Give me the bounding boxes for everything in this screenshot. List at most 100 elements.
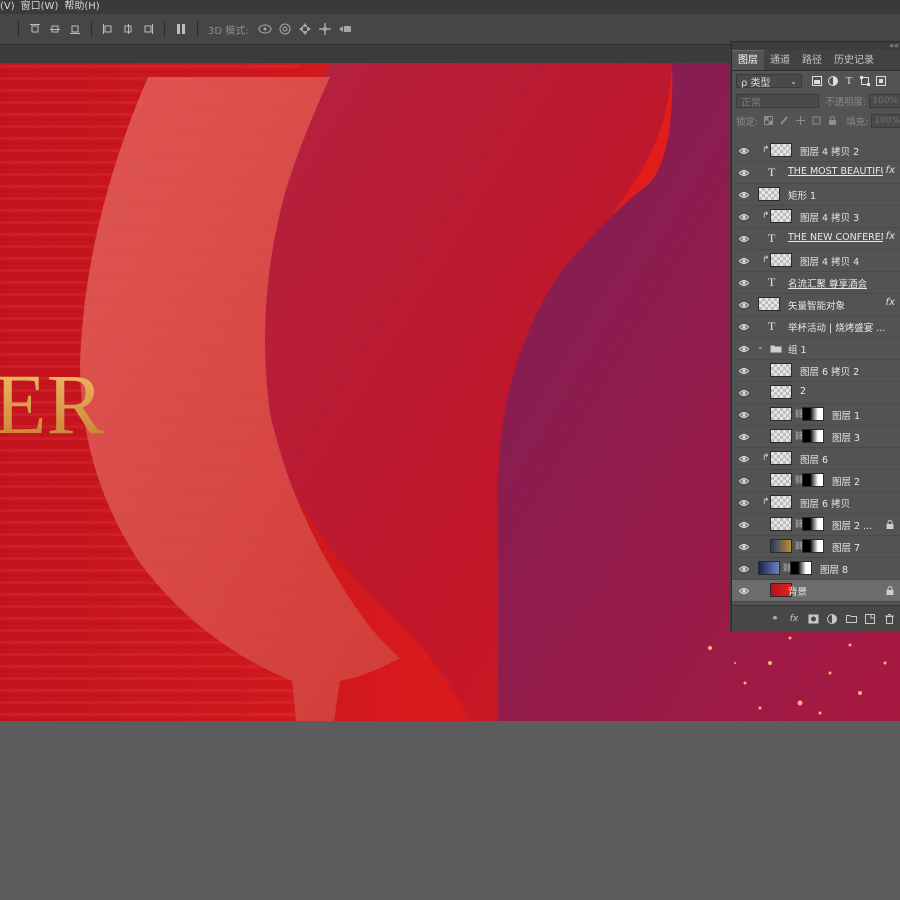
layer-name[interactable]: THE NEW CONFERENCE <box>788 232 883 243</box>
layer-row[interactable]: ↱ 图层 6 <box>732 448 900 470</box>
align-vertical-centers-icon[interactable] <box>48 22 62 36</box>
visibility-eye-icon[interactable] <box>738 167 750 177</box>
layer-name[interactable]: 2 <box>800 386 806 397</box>
layer-row[interactable]: ⛓ 图层 2 ... <box>732 514 900 536</box>
tab-channels[interactable]: 通道 <box>764 51 796 70</box>
layer-effects-icon[interactable]: fx <box>886 165 895 176</box>
visibility-eye-icon[interactable] <box>738 585 750 595</box>
layer-mask-thumbnail[interactable] <box>802 539 824 553</box>
visibility-eye-icon[interactable] <box>738 365 750 375</box>
layer-row[interactable]: ⛓ 图层 3 <box>732 426 900 448</box>
align-bottom-edges-icon[interactable] <box>68 22 82 36</box>
tab-paths[interactable]: 路径 <box>796 51 828 70</box>
menu-item-window[interactable]: 窗口(W) <box>21 0 65 14</box>
visibility-eye-icon[interactable] <box>738 475 750 485</box>
visibility-eye-icon[interactable] <box>738 409 750 419</box>
filter-smart-object-icon[interactable] <box>876 76 886 86</box>
visibility-eye-icon[interactable] <box>738 321 750 331</box>
layer-row[interactable]: ⌄ 组 1 <box>732 338 900 360</box>
visibility-eye-icon[interactable] <box>738 299 750 309</box>
layer-row[interactable]: ⛓ 图层 8 <box>732 558 900 580</box>
lock-all-icon[interactable] <box>828 115 837 128</box>
filter-pixel-icon[interactable] <box>812 76 822 86</box>
layer-name[interactable]: 图层 3 <box>832 430 860 444</box>
layer-mask-thumbnail[interactable] <box>802 407 824 421</box>
menu-item-help[interactable]: 帮助(H) <box>64 0 105 14</box>
layer-name[interactable]: 矢量智能对象 <box>788 298 845 312</box>
visibility-eye-icon[interactable] <box>738 497 750 507</box>
visibility-eye-icon[interactable] <box>738 387 750 397</box>
layer-name[interactable]: 图层 2 <box>832 474 860 488</box>
link-layers-icon[interactable]: ⚭ <box>769 613 781 625</box>
add-mask-icon[interactable] <box>807 613 819 625</box>
fill-field[interactable]: 100% <box>871 114 900 128</box>
tab-layers[interactable]: 图层 <box>732 50 764 70</box>
layer-row[interactable]: ↱ 图层 4 拷贝 2 <box>732 140 900 162</box>
visibility-eye-icon[interactable] <box>738 211 750 221</box>
layer-name[interactable]: 图层 4 拷贝 3 <box>800 210 859 224</box>
layer-mask-thumbnail[interactable] <box>802 473 824 487</box>
layer-row[interactable]: 图层 6 拷贝 2 <box>732 360 900 382</box>
filter-type-icon[interactable]: T <box>844 75 854 87</box>
align-top-edges-icon[interactable] <box>28 22 42 36</box>
distribute-icon[interactable] <box>174 22 188 36</box>
lock-artboard-icon[interactable] <box>812 115 821 128</box>
new-layer-icon[interactable] <box>864 613 876 625</box>
new-adjustment-icon[interactable] <box>826 613 838 625</box>
layer-mask-thumbnail[interactable] <box>802 429 824 443</box>
filter-shape-icon[interactable] <box>860 76 870 86</box>
drag-3d-icon[interactable] <box>298 22 312 36</box>
layer-name[interactable]: 图层 6 拷贝 2 <box>800 364 859 378</box>
visibility-eye-icon[interactable] <box>738 343 750 353</box>
roll-3d-icon[interactable] <box>278 22 292 36</box>
layer-row[interactable]: ⛓ 图层 2 <box>732 470 900 492</box>
visibility-eye-icon[interactable] <box>738 189 750 199</box>
layer-row[interactable]: ↱ 图层 4 拷贝 4 <box>732 250 900 272</box>
visibility-eye-icon[interactable] <box>738 453 750 463</box>
layer-name[interactable]: 图层 2 ... <box>832 518 872 532</box>
layer-row[interactable]: ↱ 图层 4 拷贝 3 <box>732 206 900 228</box>
layer-row[interactable]: 背景 <box>732 580 900 602</box>
visibility-eye-icon[interactable] <box>738 145 750 155</box>
layer-row[interactable]: T 举杯活动 | 烧烤盛宴 ... <box>732 316 900 338</box>
layer-mask-thumbnail[interactable] <box>802 517 824 531</box>
layer-row[interactable]: 2 <box>732 382 900 404</box>
layer-name[interactable]: THE MOST BEAUTIFUL... <box>788 166 883 177</box>
lock-position-icon[interactable] <box>796 115 806 128</box>
layer-filter-dropdown[interactable]: ρ 类型 ⌄ <box>736 74 802 89</box>
layer-name[interactable]: 图层 1 <box>832 408 860 422</box>
visibility-eye-icon[interactable] <box>738 233 750 243</box>
filter-adjustment-icon[interactable] <box>828 76 838 86</box>
lock-transparent-icon[interactable] <box>764 115 774 128</box>
visibility-eye-icon[interactable] <box>738 277 750 287</box>
layer-row[interactable]: ⛓ 图层 7 <box>732 536 900 558</box>
visibility-eye-icon[interactable] <box>738 541 750 551</box>
collapse-panel-icon[interactable]: «« <box>889 41 899 50</box>
layer-name[interactable]: 名流汇聚 尊享酒会 <box>788 276 867 290</box>
align-horizontal-centers-icon[interactable] <box>121 22 135 36</box>
layer-effects-icon[interactable]: fx <box>886 297 895 308</box>
layer-row[interactable]: T THE NEW CONFERENCEfx <box>732 228 900 250</box>
chevron-down-icon[interactable]: ⌄ <box>757 342 764 351</box>
layer-row[interactable]: 矩形 1 <box>732 184 900 206</box>
layer-effects-icon[interactable]: fx <box>886 231 895 242</box>
visibility-eye-icon[interactable] <box>738 519 750 529</box>
delete-layer-icon[interactable] <box>883 613 895 625</box>
fx-icon[interactable]: fx <box>788 613 800 625</box>
slide-3d-icon[interactable] <box>318 22 332 36</box>
layer-row[interactable]: 矢量智能对象 fx <box>732 294 900 316</box>
scale-3d-icon[interactable] <box>338 22 352 36</box>
layer-name[interactable]: 图层 7 <box>832 540 860 554</box>
layer-name[interactable]: 组 1 <box>788 342 807 356</box>
layer-row[interactable]: T 名流汇聚 尊享酒会 <box>732 272 900 294</box>
visibility-eye-icon[interactable] <box>738 255 750 265</box>
opacity-field[interactable]: 100% <box>869 94 900 108</box>
layer-row[interactable]: T THE MOST BEAUTIFUL...fx <box>732 162 900 184</box>
layer-name[interactable]: 矩形 1 <box>788 188 816 202</box>
visibility-eye-icon[interactable] <box>738 563 750 573</box>
lock-image-icon[interactable] <box>780 115 789 128</box>
new-group-icon[interactable] <box>845 613 857 625</box>
tab-history[interactable]: 历史记录 <box>828 51 880 70</box>
layer-name[interactable]: 图层 4 拷贝 4 <box>800 254 859 268</box>
align-right-edges-icon[interactable] <box>141 22 155 36</box>
